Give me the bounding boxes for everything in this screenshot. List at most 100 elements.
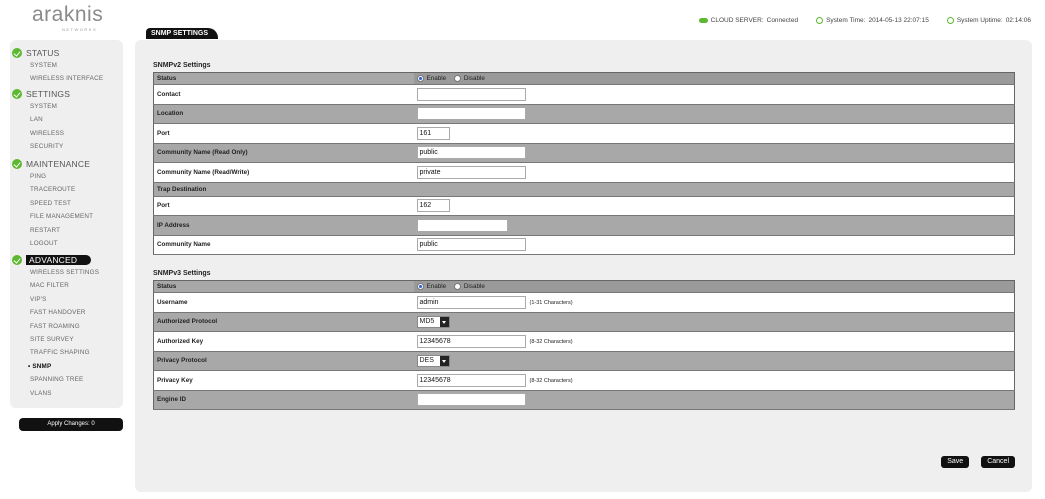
sidebar-item-spanning-tree[interactable]: SPANNING TREE bbox=[10, 373, 123, 386]
auth-protocol-select[interactable]: MD5 bbox=[416, 315, 451, 328]
v2-status-label: Status bbox=[153, 72, 414, 85]
nav-group-header[interactable]: STATUS bbox=[10, 47, 123, 59]
nav-group-maintenance: MAINTENANCE PING TRACEROUTE SPEED TEST F… bbox=[10, 158, 123, 250]
trap-port-label: Port bbox=[153, 196, 414, 216]
cloud-value: Connected bbox=[766, 17, 799, 24]
privacy-key-hint: (8-32 Characters) bbox=[529, 377, 573, 384]
sidebar-item-mac-filter[interactable]: MAC FILTER bbox=[10, 279, 123, 292]
table-row: Contact bbox=[153, 84, 1015, 105]
apply-changes-button[interactable]: Apply Changes: 0 bbox=[19, 418, 123, 431]
nav-group-title: STATUS bbox=[26, 48, 60, 58]
v2-disable-radio[interactable] bbox=[453, 74, 461, 82]
nav-group-advanced: ADVANCED WIRELESS SETTINGS MAC FILTER VI… bbox=[10, 254, 123, 400]
community-ro-input[interactable]: public bbox=[416, 146, 526, 160]
brand-logo: araknis bbox=[32, 3, 104, 26]
nav-group-header[interactable]: SETTINGS bbox=[10, 88, 123, 100]
nav-group-status: STATUS SYSTEM WIRELESS INTERFACE bbox=[10, 47, 123, 86]
sidebar-item-fast-roaming[interactable]: FAST ROAMING bbox=[10, 320, 123, 333]
v2-enable-label: Enable bbox=[426, 74, 447, 82]
nav-group-title: SETTINGS bbox=[26, 89, 71, 99]
v3-enable-label: Enable bbox=[426, 282, 447, 290]
trap-port-input[interactable]: 162 bbox=[416, 199, 450, 213]
settings-icon bbox=[12, 89, 22, 99]
save-button[interactable]: Save bbox=[941, 456, 970, 468]
contact-input[interactable] bbox=[416, 87, 526, 101]
sidebar-item-logout[interactable]: LOGOUT bbox=[10, 237, 123, 250]
nav-group-header[interactable]: ADVANCED bbox=[10, 254, 123, 266]
uptime-icon bbox=[946, 17, 954, 24]
system-uptime-label: System Uptime: bbox=[956, 17, 1003, 24]
snmpv2-table: Status Enable Disable Contact Location P… bbox=[153, 72, 1015, 255]
v2-enable-radio[interactable] bbox=[416, 74, 424, 82]
v3-disable-radio[interactable] bbox=[453, 282, 461, 290]
privacy-key-label: Privacy Key bbox=[153, 370, 414, 391]
sidebar: STATUS SYSTEM WIRELESS INTERFACE SETTING… bbox=[10, 40, 123, 408]
table-row: Authorized Protocol MD5 bbox=[153, 312, 1015, 332]
table-row: Privacy Protocol DES bbox=[153, 351, 1015, 371]
table-row: Authorized Key 12345678 (8-32 Characters) bbox=[153, 331, 1015, 352]
sidebar-item-settings-system[interactable]: SYSTEM bbox=[10, 100, 123, 113]
snmpv2-section-title: SNMPv2 Settings bbox=[153, 62, 211, 69]
table-row: Status Enable Disable bbox=[153, 280, 1015, 293]
cloud-icon bbox=[698, 18, 708, 23]
sidebar-item-wireless[interactable]: WIRELESS bbox=[10, 127, 123, 140]
sidebar-item-lan[interactable]: LAN bbox=[10, 113, 123, 126]
privacy-key-input[interactable]: 12345678 bbox=[416, 373, 526, 387]
sidebar-item-traffic-shaping[interactable]: TRAFFIC SHAPING bbox=[10, 346, 123, 359]
v2-status-options: Enable Disable bbox=[413, 72, 1015, 85]
privacy-protocol-select[interactable]: DES bbox=[416, 354, 450, 367]
table-row: Location bbox=[153, 104, 1015, 124]
username-label: Username bbox=[153, 292, 414, 313]
ip-address-label: IP Address bbox=[153, 215, 414, 236]
sidebar-item-status-system[interactable]: SYSTEM bbox=[10, 59, 123, 72]
form-actions: Save Cancel bbox=[941, 456, 1015, 468]
sidebar-item-restart[interactable]: RESTART bbox=[10, 224, 123, 237]
community-rw-input[interactable]: private bbox=[416, 165, 526, 179]
cancel-button[interactable]: Cancel bbox=[981, 456, 1015, 468]
ip-address-input[interactable] bbox=[416, 218, 508, 232]
sidebar-item-speed-test[interactable]: SPEED TEST bbox=[10, 197, 123, 210]
nav-group-settings: SETTINGS SYSTEM LAN WIRELESS SECURITY bbox=[10, 88, 123, 154]
v3-disable-label: Disable bbox=[463, 282, 485, 290]
table-row: Port 161 bbox=[153, 123, 1015, 144]
sidebar-item-wireless-interface[interactable]: WIRELESS INTERFACE bbox=[10, 72, 123, 85]
wrench-icon bbox=[12, 159, 22, 169]
auth-key-hint: (8-32 Characters) bbox=[529, 338, 573, 345]
sidebar-item-file-management[interactable]: FILE MANAGEMENT bbox=[10, 210, 123, 223]
location-input[interactable] bbox=[416, 107, 526, 121]
auth-key-input[interactable]: 12345678 bbox=[416, 334, 526, 348]
port-label: Port bbox=[153, 123, 414, 144]
nav-group-title: ADVANCED bbox=[26, 255, 92, 265]
sidebar-item-site-survey[interactable]: SITE SURVEY bbox=[10, 333, 123, 346]
port-input[interactable]: 161 bbox=[416, 126, 450, 140]
sidebar-item-wireless-settings[interactable]: WIRELESS SETTINGS bbox=[10, 266, 123, 279]
snmp-settings-content: SNMPv2 Settings Status Enable Disable Co… bbox=[153, 60, 1015, 410]
nav-group-title: MAINTENANCE bbox=[26, 159, 91, 169]
location-label: Location bbox=[153, 104, 414, 124]
table-row: IP Address bbox=[153, 215, 1015, 236]
privacy-protocol-label: Privacy Protocol bbox=[153, 351, 414, 371]
username-input[interactable]: admin bbox=[416, 295, 526, 309]
sidebar-item-snmp[interactable]: • SNMP bbox=[10, 360, 123, 373]
v3-enable-radio[interactable] bbox=[416, 282, 424, 290]
privacy-protocol-value: DES bbox=[419, 357, 434, 365]
check-icon bbox=[12, 48, 22, 58]
engine-id-input[interactable] bbox=[416, 393, 526, 407]
sidebar-item-ping[interactable]: PING bbox=[10, 170, 123, 183]
trap-community-input[interactable]: public bbox=[416, 238, 526, 252]
sidebar-item-traceroute[interactable]: TRACEROUTE bbox=[10, 183, 123, 196]
table-row: Trap Destination bbox=[153, 182, 1015, 197]
trap-community-label: Community Name bbox=[153, 235, 414, 255]
table-row: Community Name (Read Only) public bbox=[153, 143, 1015, 163]
nav-group-header[interactable]: MAINTENANCE bbox=[10, 158, 123, 170]
table-row: Status Enable Disable bbox=[153, 72, 1015, 85]
sidebar-item-vlans[interactable]: VLANS bbox=[10, 387, 123, 400]
sidebar-item-vips[interactable]: VIP'S bbox=[10, 293, 123, 306]
table-row: Engine ID bbox=[153, 390, 1015, 410]
snmpv3-table: Status Enable Disable Username admin (1-3… bbox=[153, 280, 1015, 410]
table-row: Community Name (Read/Write) private bbox=[153, 162, 1015, 183]
sidebar-item-security[interactable]: SECURITY bbox=[10, 140, 123, 153]
sidebar-item-fast-handover[interactable]: FAST HANDOVER bbox=[10, 306, 123, 319]
community-rw-label: Community Name (Read/Write) bbox=[153, 162, 414, 183]
table-row: Community Name public bbox=[153, 235, 1015, 255]
